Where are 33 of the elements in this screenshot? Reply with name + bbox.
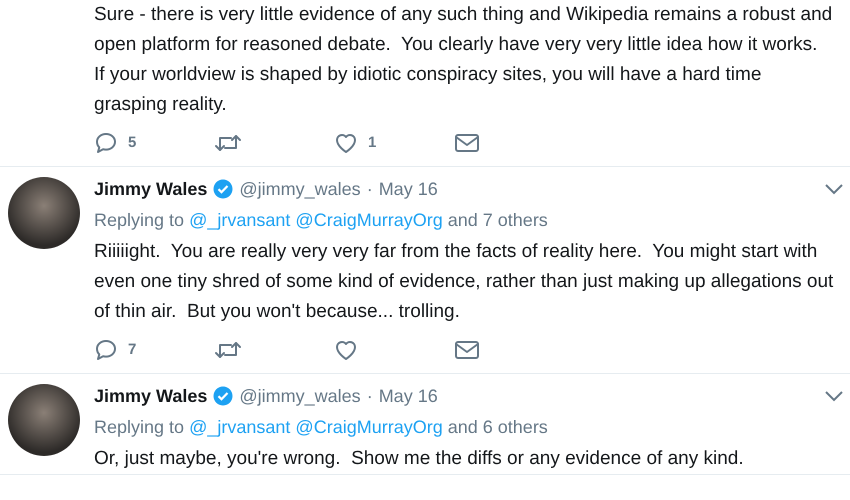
mention-link[interactable]: @CraigMurrayOrg	[295, 417, 443, 437]
others-count: and 6 others	[448, 417, 548, 437]
others-count: and 7 others	[448, 210, 548, 230]
reply-icon	[94, 131, 118, 155]
heart-icon-button[interactable]: 1	[334, 131, 454, 155]
replying-label: Replying to	[94, 417, 184, 437]
action-count: 1	[368, 132, 376, 153]
reply-icon	[94, 338, 118, 362]
author-handle[interactable]: @jimmy_wales	[239, 382, 361, 410]
mention-link[interactable]: @_jrvansant	[189, 417, 290, 437]
tweet-date[interactable]: May 16	[378, 175, 438, 203]
tweet-text: Riiiiight. You are really very very far from the facts of reality here. You might start with even one tiny shred of some kind of evidence, rather than just making up allegations out of thin air. But you won't because... trolling.	[94, 240, 834, 324]
separator-dot: ·	[366, 178, 373, 201]
tweet-text: Or, just maybe, you're wrong. Show me the diffs or any evidence of any kind.	[94, 447, 745, 471]
heart-icon	[334, 131, 358, 155]
chevron-down-icon[interactable]	[824, 183, 844, 195]
tweet-text: Sure - there is very little evidence of any such thing and Wikipedia remains a robust and open platform for reasoned debate. You clearly have very very little idea how it works. If your worldview is shaped by idiotic conspiracy sites, you will have a hard time grasping reality.	[94, 3, 834, 117]
author-handle[interactable]: @jimmy_wales	[239, 175, 361, 203]
tweet-date[interactable]: May 16	[378, 382, 438, 410]
author-name[interactable]: Jimmy Wales	[94, 382, 208, 410]
author-name[interactable]: Jimmy Wales	[94, 175, 208, 203]
mention-link[interactable]: @_jrvansant	[189, 210, 290, 230]
mention-link[interactable]: @CraigMurrayOrg	[295, 210, 443, 230]
envelope-icon	[454, 132, 480, 154]
replying-label: Replying to	[94, 210, 184, 230]
reply-icon-button[interactable]: 5	[94, 131, 214, 155]
action-count: 7	[128, 340, 136, 360]
separator-dot: ·	[366, 385, 373, 408]
envelope-icon	[454, 339, 480, 361]
action-count: 5	[128, 132, 136, 153]
reply-icon-button[interactable]: 7	[94, 338, 214, 362]
heart-icon	[334, 338, 358, 362]
chevron-down-icon[interactable]	[824, 390, 844, 402]
